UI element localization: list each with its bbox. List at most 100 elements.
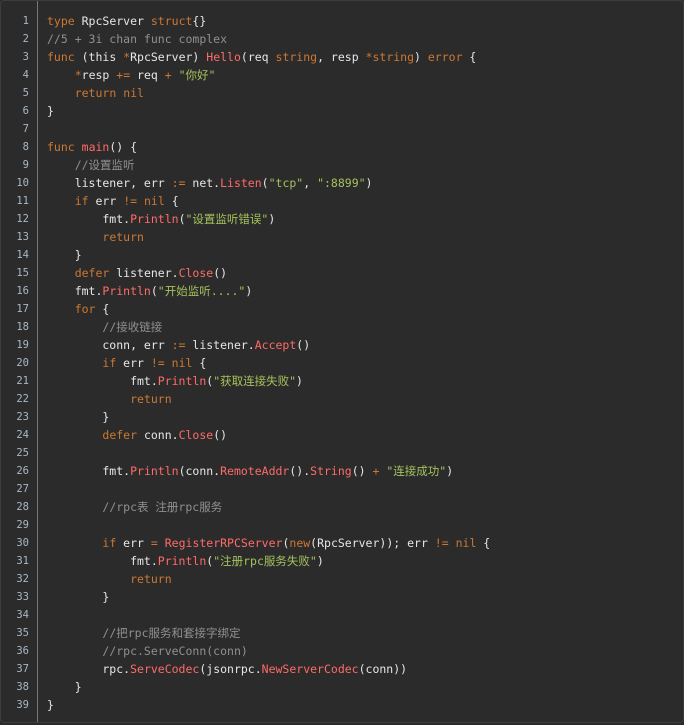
code-token: (). bbox=[289, 464, 311, 478]
line-number: 4 bbox=[22, 69, 29, 81]
code-token: nil bbox=[143, 194, 165, 208]
code-line: 18 //接收链接 bbox=[1, 318, 683, 336]
code-text: fmt.Println("获取连接失败") bbox=[47, 372, 303, 390]
code-token: RpcServer bbox=[74, 14, 151, 28]
code-token: (this bbox=[74, 50, 124, 64]
code-token: for bbox=[74, 302, 96, 316]
line-number: 17 bbox=[16, 303, 29, 315]
line-number: 14 bbox=[16, 249, 29, 261]
line-number: 29 bbox=[16, 519, 29, 531]
code-text: fmt.Println("设置监听错误") bbox=[47, 210, 275, 228]
code-token: Println bbox=[157, 374, 207, 388]
code-token: "注册rpc服务失败" bbox=[213, 554, 317, 568]
code-token: Println bbox=[157, 554, 207, 568]
code-token: //rpc表 注册rpc服务 bbox=[102, 500, 223, 514]
code-token: func bbox=[47, 140, 75, 154]
code-token: if bbox=[74, 194, 89, 208]
code-token: Close bbox=[178, 266, 214, 280]
code-token: nil bbox=[123, 86, 144, 100]
code-token: () bbox=[213, 266, 228, 280]
code-token: (req bbox=[240, 50, 276, 64]
line-number: 36 bbox=[16, 645, 29, 657]
code-token: //设置监听 bbox=[74, 158, 135, 172]
code-block: 1 type RpcServer struct{} 2//5 + 3i chan f… bbox=[0, 0, 684, 723]
code-line: 10 listener, err := net.Listen("tcp", ":… bbox=[1, 174, 683, 192]
code-token: return bbox=[130, 392, 172, 406]
code-token: } bbox=[47, 680, 82, 694]
code-token: (conn)) bbox=[358, 662, 408, 676]
code-line: 15 defer listener.Close() bbox=[1, 264, 683, 282]
code-token: *string bbox=[365, 50, 415, 64]
code-token: conn. bbox=[137, 428, 179, 442]
code-line: 26 fmt.Println(conn.RemoteAddr().String(… bbox=[1, 462, 683, 480]
code-token: (jsonrpc. bbox=[199, 662, 262, 676]
code-token: fmt. bbox=[47, 464, 131, 478]
code-token: net. bbox=[185, 176, 221, 190]
line-number: 11 bbox=[16, 195, 29, 207]
code-token: "获取连接失败" bbox=[213, 374, 297, 388]
code-token: { bbox=[95, 302, 110, 316]
code-text: return bbox=[47, 390, 172, 408]
line-number: 10 bbox=[16, 177, 29, 189]
code-token: fmt. bbox=[47, 554, 158, 568]
code-token: return bbox=[130, 572, 172, 586]
code-token: ) bbox=[268, 212, 276, 226]
code-token: listener. bbox=[109, 266, 179, 280]
code-text: } bbox=[47, 678, 82, 696]
code-token: func bbox=[47, 50, 75, 64]
code-token: Accept bbox=[254, 338, 297, 352]
code-text: defer conn.Close() bbox=[47, 426, 227, 444]
line-number: 12 bbox=[16, 213, 29, 225]
code-line: 2 //5 + 3i chan func complex bbox=[1, 30, 683, 48]
line-number: 18 bbox=[16, 321, 29, 333]
code-line: 13 return bbox=[1, 228, 683, 246]
code-text: } bbox=[47, 408, 109, 426]
code-token: "你好" bbox=[178, 68, 216, 82]
code-line: 20 if err != nil { bbox=[1, 354, 683, 372]
code-token: req bbox=[130, 68, 165, 82]
code-line: 5 return nil bbox=[1, 84, 683, 102]
code-token: conn, err bbox=[47, 338, 172, 352]
code-line: 28 //rpc表 注册rpc服务 bbox=[1, 498, 683, 516]
code-text: fmt.Println("注册rpc服务失败") bbox=[47, 552, 324, 570]
code-line: 7 bbox=[1, 120, 683, 138]
code-text: return bbox=[47, 228, 144, 246]
line-number: 25 bbox=[16, 447, 29, 459]
code-line: 35 //把rpc服务和套接字绑定 bbox=[1, 624, 683, 642]
code-token: error bbox=[427, 50, 463, 64]
code-token: String bbox=[310, 464, 352, 478]
code-token: listener, err bbox=[47, 176, 172, 190]
code-text: type RpcServer struct{} bbox=[47, 12, 206, 30]
code-token: NewServerCodec bbox=[261, 662, 359, 676]
line-number: 27 bbox=[16, 483, 29, 495]
code-text: return nil bbox=[47, 84, 144, 102]
code-token: if bbox=[102, 536, 117, 550]
code-line: 1 type RpcServer struct{} bbox=[1, 12, 683, 30]
code-line: 16 fmt.Println("开始监听....") bbox=[1, 282, 683, 300]
code-token: "tcp" bbox=[268, 176, 304, 190]
code-token: err bbox=[116, 356, 151, 370]
line-number: 30 bbox=[16, 537, 29, 549]
line-number: 21 bbox=[16, 375, 29, 387]
line-number: 8 bbox=[22, 141, 29, 153]
code-token: type bbox=[47, 14, 75, 28]
code-token: //5 + 3i chan func complex bbox=[47, 32, 228, 46]
code-line: 32 return bbox=[1, 570, 683, 588]
code-token: nil bbox=[455, 536, 477, 550]
code-token: } bbox=[47, 590, 110, 604]
line-number: 38 bbox=[16, 681, 29, 693]
code-area: 1 type RpcServer struct{} 2//5 + 3i chan f… bbox=[1, 12, 683, 714]
code-token: ( bbox=[150, 284, 158, 298]
code-line: 12 fmt.Println("设置监听错误") bbox=[1, 210, 683, 228]
code-token: , resp bbox=[317, 50, 366, 64]
